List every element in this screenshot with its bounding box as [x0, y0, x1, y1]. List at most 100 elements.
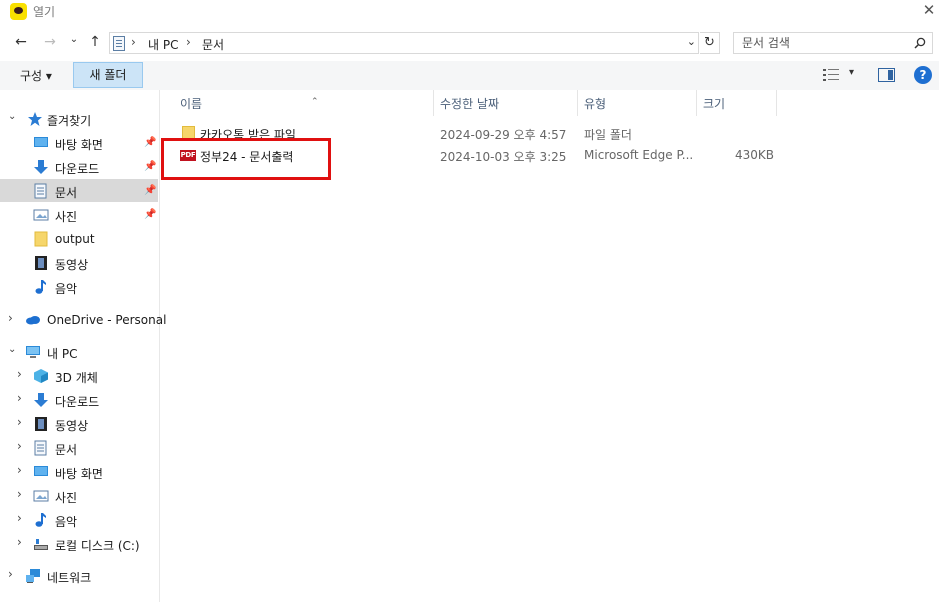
pin-icon[interactable]: 📌: [144, 161, 156, 172]
documents-icon: [113, 36, 125, 51]
sidebar-item-label: 바탕 화면: [55, 138, 103, 152]
sidebar-item-music[interactable]: 음악: [0, 275, 158, 298]
address-row: ← → ⌄ ↑ › 내 PC › 문서 ⌄ ↻: [0, 30, 939, 56]
computer-icon: [26, 346, 40, 358]
sidebar-item-output[interactable]: output: [0, 227, 158, 250]
sidebar-item-label: 즐겨찾기: [47, 114, 92, 128]
desktop-icon: [34, 466, 48, 476]
sidebar-item-documents[interactable]: 문서 📌: [0, 179, 158, 202]
pin-icon[interactable]: 📌: [144, 137, 156, 148]
file-type: Microsoft Edge P...: [584, 148, 694, 162]
collapsed-chevron-icon[interactable]: ›: [8, 567, 13, 581]
refresh-button[interactable]: ↻: [700, 32, 720, 54]
sidebar-item-pictures[interactable]: 사진 📌: [0, 203, 158, 226]
collapsed-chevron-icon[interactable]: ›: [17, 367, 22, 381]
pin-icon[interactable]: 📌: [144, 185, 156, 196]
column-header-size[interactable]: 크기: [697, 90, 777, 116]
sidebar-item-onedrive[interactable]: › OneDrive - Personal: [0, 308, 166, 331]
download-arrow-icon: [34, 393, 48, 407]
new-folder-button[interactable]: 새 폴더: [73, 62, 143, 88]
sidebar-item-label: 동영상: [55, 419, 89, 433]
sidebar-item-pc-videos[interactable]: › 동영상: [0, 412, 158, 435]
sidebar-item-label: 내 PC: [47, 347, 78, 361]
sidebar-item-3d-objects[interactable]: › 3D 개체: [0, 364, 158, 387]
collapsed-chevron-icon[interactable]: ›: [17, 487, 22, 501]
sidebar-item-quick-access[interactable]: ⌄ 즐겨찾기: [0, 107, 158, 130]
title-bar: 열기 ✕: [0, 0, 939, 24]
collapsed-chevron-icon[interactable]: ›: [17, 391, 22, 405]
collapsed-chevron-icon[interactable]: ›: [17, 535, 22, 549]
collapsed-chevron-icon[interactable]: ›: [8, 311, 13, 325]
sidebar-item-pc-desktop[interactable]: › 바탕 화면: [0, 460, 158, 483]
column-header-name[interactable]: 이름 ⌃: [174, 90, 434, 116]
sidebar-item-label: 3D 개체: [55, 371, 98, 385]
collapsed-chevron-icon[interactable]: ›: [17, 511, 22, 525]
details-view-icon: [823, 69, 839, 81]
sidebar-item-label: 음악: [55, 282, 78, 296]
organize-button[interactable]: 구성 ▾: [20, 67, 52, 84]
sidebar-item-label: OneDrive - Personal: [47, 313, 167, 327]
sidebar-item-pc-documents[interactable]: › 문서: [0, 436, 158, 459]
file-list: 이름 ⌃ 수정한 날짜 유형 크기 카카오톡 받은 파일 2024-09-29 …: [161, 90, 939, 602]
column-label: 유형: [584, 97, 607, 111]
help-button[interactable]: ?: [914, 66, 932, 84]
sidebar-item-label: 문서: [55, 186, 78, 200]
sidebar-item-label: output: [55, 232, 95, 246]
sidebar-item-label: 문서: [55, 443, 78, 457]
sidebar-item-desktop[interactable]: 바탕 화면 📌: [0, 131, 158, 154]
collapsed-chevron-icon[interactable]: ›: [17, 463, 22, 477]
expanded-chevron-icon[interactable]: ⌄: [8, 111, 16, 122]
back-button[interactable]: ←: [11, 32, 31, 52]
collapsed-chevron-icon[interactable]: ›: [17, 439, 22, 453]
pictures-icon: [33, 209, 49, 221]
film-icon: [35, 417, 47, 431]
address-bar[interactable]: › 내 PC › 문서 ⌄: [109, 32, 699, 54]
collapsed-chevron-icon[interactable]: ›: [17, 415, 22, 429]
film-icon: [35, 256, 47, 270]
search-input[interactable]: [734, 33, 909, 53]
window-title: 열기: [33, 5, 56, 19]
expanded-chevron-icon[interactable]: ⌄: [8, 344, 16, 355]
sidebar-item-downloads[interactable]: 다운로드 📌: [0, 155, 158, 178]
kakaotalk-icon: [10, 3, 27, 20]
column-header-modified[interactable]: 수정한 날짜: [434, 90, 578, 116]
sidebar-item-label: 사진: [55, 210, 78, 224]
breadcrumb-separator[interactable]: ›: [131, 35, 136, 49]
sidebar-item-this-pc[interactable]: ⌄ 내 PC: [0, 340, 158, 363]
breadcrumb-documents[interactable]: 문서: [202, 36, 224, 53]
sidebar-item-pc-pictures[interactable]: › 사진: [0, 484, 158, 507]
sidebar-item-pc-music[interactable]: › 음악: [0, 508, 158, 531]
sidebar-item-label: 다운로드: [55, 395, 100, 409]
breadcrumb-separator[interactable]: ›: [186, 35, 191, 49]
command-bar: 구성 ▾ 새 폴더 ▾ ?: [0, 61, 939, 90]
view-caret-icon: ▾: [849, 67, 855, 78]
music-note-icon: [35, 280, 46, 294]
breadcrumb-this-pc[interactable]: 내 PC: [148, 36, 178, 53]
sidebar-item-label: 로컬 디스크 (C:): [55, 539, 140, 553]
up-button[interactable]: ↑: [85, 32, 105, 52]
cloud-icon: [26, 316, 40, 325]
sidebar-item-label: 음악: [55, 515, 78, 529]
forward-button[interactable]: →: [40, 32, 60, 52]
sidebar-item-pc-downloads[interactable]: › 다운로드: [0, 388, 158, 411]
recent-locations-button[interactable]: ⌄: [64, 30, 84, 50]
sidebar-item-videos[interactable]: 동영상: [0, 251, 158, 274]
sidebar-item-label: 사진: [55, 491, 78, 505]
column-label: 크기: [703, 97, 726, 111]
preview-pane-button[interactable]: [878, 68, 895, 82]
column-header-type[interactable]: 유형: [578, 90, 697, 116]
search-box[interactable]: [733, 32, 933, 54]
folder-icon: [34, 231, 48, 247]
desktop-icon: [34, 137, 48, 147]
sidebar-item-network[interactable]: › 네트워크: [0, 564, 158, 587]
change-view-button[interactable]: ▾: [823, 67, 863, 84]
documents-icon: [34, 183, 47, 199]
sidebar-item-label: 네트워크: [47, 571, 92, 585]
pin-icon[interactable]: 📌: [144, 209, 156, 220]
column-label: 이름: [180, 97, 203, 111]
file-modified: 2024-09-29 오후 4:57: [440, 128, 567, 142]
address-dropdown-icon[interactable]: ⌄: [687, 35, 696, 48]
close-button[interactable]: ✕: [919, 0, 939, 22]
sidebar-item-local-disk[interactable]: › 로컬 디스크 (C:): [0, 532, 158, 555]
search-icon[interactable]: [914, 37, 926, 49]
